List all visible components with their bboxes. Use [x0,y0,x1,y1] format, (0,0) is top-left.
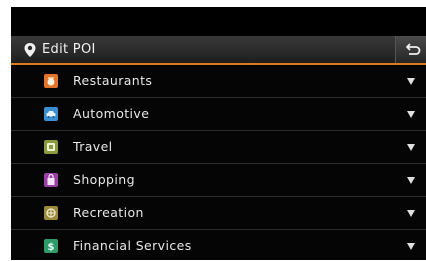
list-item-label: Travel [73,139,113,154]
chevron-down-icon[interactable] [407,144,415,151]
poi-category-list: Restaurants Automotive Travel Shopping R… [11,65,426,260]
list-item-shopping[interactable]: Shopping [11,164,426,197]
restaurant-icon [44,74,58,88]
back-button[interactable] [395,36,426,63]
list-item-travel[interactable]: Travel [11,131,426,164]
chevron-down-icon[interactable] [407,78,415,85]
list-item-label: Automotive [73,106,150,121]
recreation-icon [44,206,58,220]
list-item-label: Shopping [73,172,135,187]
list-item-label: Financial Services [73,238,192,253]
dollar-icon: $ [44,239,58,253]
back-arrow-icon [406,43,421,55]
svg-text:$: $ [48,242,55,253]
chevron-down-icon[interactable] [407,177,415,184]
chevron-down-icon[interactable] [407,210,415,217]
chevron-down-icon[interactable] [407,111,415,118]
list-item-label: Recreation [73,205,144,220]
list-item-recreation[interactable]: Recreation [11,197,426,230]
chevron-down-icon[interactable] [407,243,415,250]
shopping-icon [44,173,58,187]
map-pin-icon [24,43,36,57]
page-title: Edit POI [42,42,96,57]
list-item-financial-services[interactable]: $ Financial Services [11,230,426,260]
list-item-label: Restaurants [73,73,153,88]
navigation-screen: Edit POI Restaurants Automotive Travel S… [11,7,426,260]
header-bar: Edit POI [11,36,426,65]
list-item-automotive[interactable]: Automotive [11,98,426,131]
list-item-restaurants[interactable]: Restaurants [11,65,426,98]
travel-icon [44,140,58,154]
car-icon [44,107,58,121]
